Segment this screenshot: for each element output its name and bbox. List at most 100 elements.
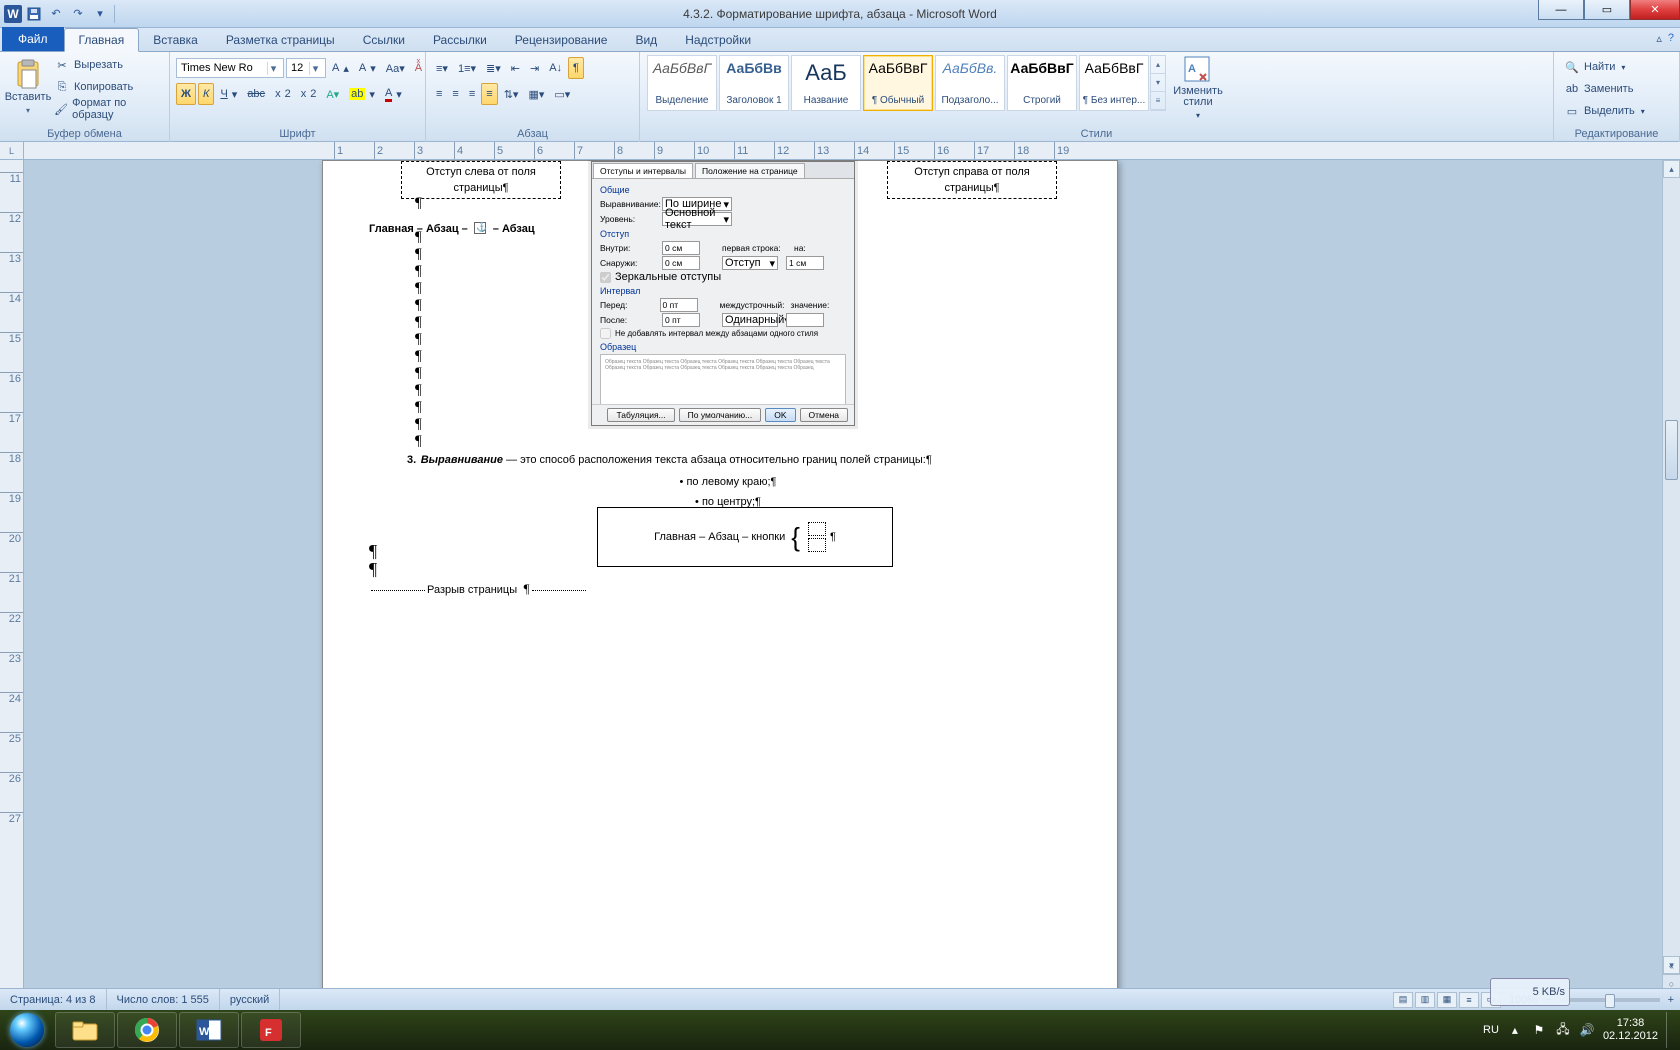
italic-button[interactable]: К: [198, 83, 214, 105]
shrink-font-icon[interactable]: A▾: [355, 57, 380, 79]
group-font: Times New Ro▾ 12▾ A▴ A▾ Aa▾ Aͯ Ж К Ч▾ ab…: [170, 52, 426, 142]
sort-icon[interactable]: A↓: [545, 57, 566, 79]
line-spacing-icon[interactable]: ‌⇅▾: [500, 83, 523, 105]
font-name-combo[interactable]: Times New Ro▾: [176, 58, 284, 78]
strikethrough-icon[interactable]: abc: [243, 83, 269, 105]
undo-icon[interactable]: ↶: [46, 4, 66, 24]
volume-icon[interactable]: 🔊: [1579, 1022, 1595, 1038]
status-words[interactable]: Число слов: 1 555: [107, 989, 220, 1010]
style-emphasis[interactable]: АаБбВвГВыделение: [647, 55, 717, 111]
grow-font-icon[interactable]: A▴: [328, 57, 353, 79]
scroll-thumb[interactable]: [1665, 420, 1678, 480]
bullets-icon[interactable]: ≡▾: [432, 57, 452, 79]
tab-addins[interactable]: Надстройки: [671, 29, 765, 51]
style-subtitle[interactable]: АаБбВв.Подзаголо...: [935, 55, 1005, 111]
tab-layout[interactable]: Разметка страницы: [212, 29, 349, 51]
view-fullscreen-icon[interactable]: ▥: [1415, 992, 1435, 1008]
tray-up-icon[interactable]: ▴: [1507, 1022, 1523, 1038]
close-button[interactable]: ✕: [1630, 0, 1680, 20]
cut-button[interactable]: ✂Вырезать: [50, 54, 163, 76]
network-icon[interactable]: 🖧: [1555, 1022, 1571, 1038]
scroll-up-icon[interactable]: ▴: [1663, 160, 1680, 178]
tab-review[interactable]: Рецензирование: [501, 29, 622, 51]
multilevel-icon[interactable]: ≣▾: [482, 57, 505, 79]
format-painter-button[interactable]: 🖌Формат по образцу: [50, 98, 163, 120]
style-nospacing[interactable]: АаБбВвГ¶ Без интер...: [1079, 55, 1149, 111]
subscript-icon[interactable]: x2: [271, 83, 295, 105]
tab-file[interactable]: Файл: [2, 27, 64, 51]
quick-access-toolbar: W ↶ ↷ ▾: [0, 4, 117, 24]
superscript-icon[interactable]: x2: [297, 83, 321, 105]
find-button[interactable]: 🔍Найти▾: [1560, 56, 1629, 78]
font-color-icon[interactable]: A▾: [381, 83, 406, 105]
style-heading1[interactable]: АаБбВвЗаголовок 1: [719, 55, 789, 111]
zoom-in-icon[interactable]: +: [1668, 994, 1674, 1006]
page[interactable]: Отступ слева от поля страницы¶ Отступ сп…: [322, 160, 1118, 1010]
style-normal[interactable]: АаБбВвГ¶ Обычный: [863, 55, 933, 111]
network-widget[interactable]: 5 KB/s: [1490, 978, 1570, 1006]
show-marks-icon[interactable]: ¶: [568, 57, 584, 79]
qat-customize-icon[interactable]: ▾: [90, 4, 110, 24]
change-case-icon[interactable]: Aa▾: [382, 57, 409, 79]
align-right-icon[interactable]: ≡: [465, 83, 479, 105]
taskbar-chrome[interactable]: [117, 1012, 177, 1048]
horizontal-ruler[interactable]: 12345678910111213141516171819: [24, 142, 1680, 160]
vertical-scrollbar[interactable]: ▴ ▾ «○»: [1662, 160, 1680, 1010]
underline-button[interactable]: Ч▾: [216, 83, 241, 105]
callout-right-indent: Отступ справа от поля страницы¶: [887, 161, 1057, 199]
tab-selector[interactable]: L: [0, 142, 24, 160]
align-left-icon[interactable]: ≡: [432, 83, 446, 105]
copy-button[interactable]: ⎘Копировать: [50, 76, 163, 98]
numbering-icon[interactable]: 1≡▾: [454, 57, 480, 79]
tab-references[interactable]: Ссылки: [349, 29, 419, 51]
increase-indent-icon[interactable]: ⇥: [526, 57, 543, 79]
taskbar-app[interactable]: F: [241, 1012, 301, 1048]
highlight-icon[interactable]: ab▾: [345, 83, 379, 105]
show-desktop-button[interactable]: [1666, 1012, 1676, 1048]
ribbon-minimize-icon[interactable]: ▵: [1656, 32, 1662, 45]
font-size-combo[interactable]: 12▾: [286, 58, 326, 78]
tray-lang[interactable]: RU: [1483, 1024, 1499, 1036]
style-strong[interactable]: АаБбВвГСтрогий: [1007, 55, 1077, 111]
bold-button[interactable]: Ж: [176, 83, 196, 105]
style-gallery-scroll[interactable]: ▴▾≡: [1150, 55, 1166, 111]
redo-icon[interactable]: ↷: [68, 4, 88, 24]
tab-home[interactable]: Главная: [64, 28, 140, 52]
taskbar-explorer[interactable]: [55, 1012, 115, 1048]
borders-icon[interactable]: ▭▾: [550, 83, 574, 105]
taskbar-word[interactable]: W: [179, 1012, 239, 1048]
align-center-icon[interactable]: ≡: [448, 83, 462, 105]
justify-icon[interactable]: ≡: [481, 83, 497, 105]
text-effects-icon[interactable]: A▾: [322, 83, 343, 105]
status-language[interactable]: русский: [220, 989, 280, 1010]
select-button[interactable]: ▭Выделить▾: [1560, 100, 1649, 122]
replace-button[interactable]: abЗаменить: [1560, 78, 1637, 100]
style-gallery[interactable]: АаБбВвГВыделение АаБбВвЗаголовок 1 АаБНа…: [646, 54, 1166, 112]
tray-clock[interactable]: 17:3802.12.2012: [1603, 1017, 1658, 1043]
tab-insert[interactable]: Вставка: [139, 29, 212, 51]
callout-left-indent: Отступ слева от поля страницы¶: [401, 161, 561, 199]
clear-format-icon[interactable]: Aͯ: [411, 57, 426, 79]
word-app-icon[interactable]: W: [4, 5, 22, 23]
help-icon[interactable]: ?: [1668, 32, 1674, 45]
maximize-button[interactable]: ▭: [1584, 0, 1630, 20]
decrease-indent-icon[interactable]: ⇤: [507, 57, 524, 79]
start-button[interactable]: [0, 1010, 54, 1050]
shading-icon[interactable]: ▦▾: [524, 83, 548, 105]
flag-icon[interactable]: ⚑: [1531, 1022, 1547, 1038]
prev-page-icon[interactable]: «: [1663, 956, 1680, 974]
style-title[interactable]: АаБНазвание: [791, 55, 861, 111]
zoom-slider[interactable]: [1560, 998, 1660, 1002]
document-area[interactable]: Отступ слева от поля страницы¶ Отступ сп…: [24, 160, 1680, 1010]
save-icon[interactable]: [24, 4, 44, 24]
minimize-button[interactable]: —: [1538, 0, 1584, 20]
tab-mailings[interactable]: Рассылки: [419, 29, 501, 51]
tab-view[interactable]: Вид: [621, 29, 671, 51]
paste-button[interactable]: Вставить▾: [6, 54, 50, 120]
view-outline-icon[interactable]: ≡: [1459, 992, 1479, 1008]
status-page[interactable]: Страница: 4 из 8: [0, 989, 107, 1010]
vertical-ruler[interactable]: /*ticks drawn below via JS*/ 11121314151…: [0, 160, 24, 1010]
change-styles-button[interactable]: A Изменить стили▾: [1166, 54, 1230, 120]
view-print-layout-icon[interactable]: ▤: [1393, 992, 1413, 1008]
view-web-icon[interactable]: ▦: [1437, 992, 1457, 1008]
